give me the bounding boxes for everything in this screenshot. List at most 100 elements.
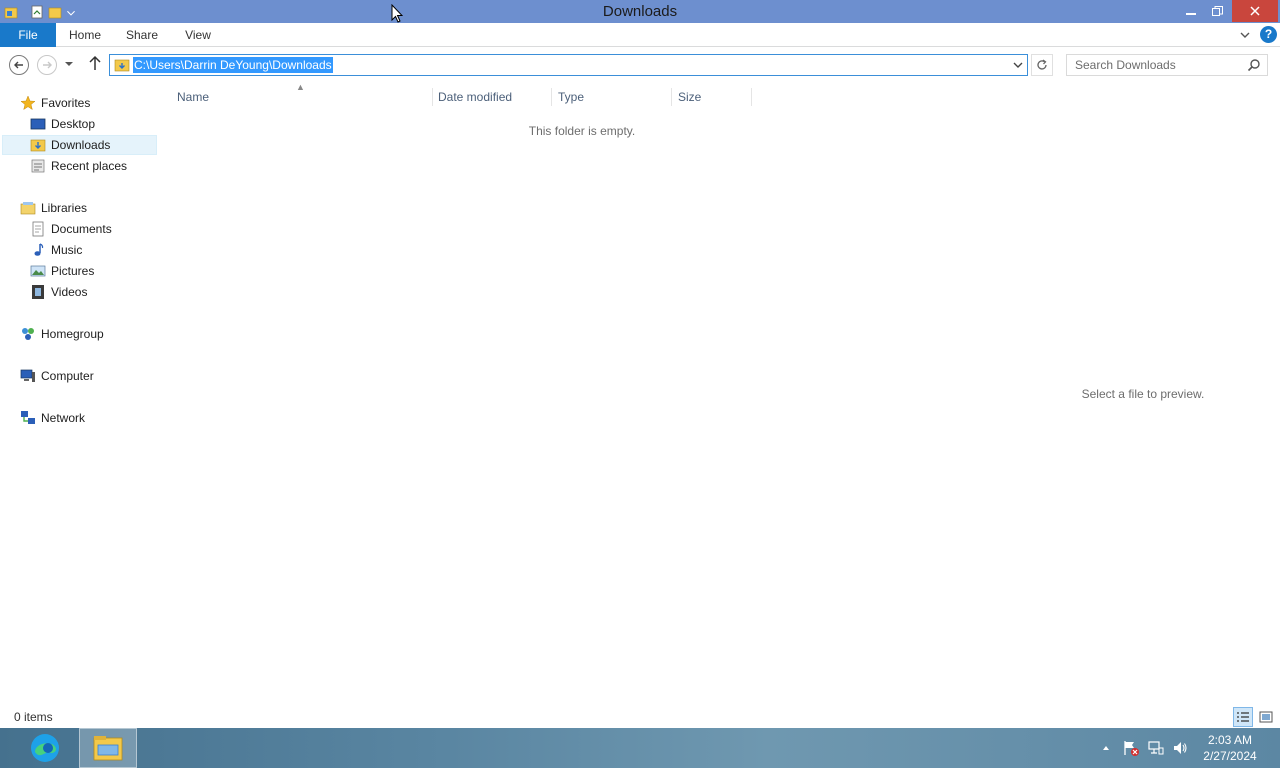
quick-access-toolbar (0, 2, 76, 21)
taskbar-clock[interactable]: 2:03 AM 2/27/2024 (1196, 732, 1264, 764)
up-button[interactable] (86, 55, 104, 75)
nav-network[interactable]: Network (20, 408, 85, 428)
customize-toolbar-icon[interactable] (66, 5, 76, 19)
libraries-icon (20, 202, 36, 215)
network-status-button[interactable] (1145, 728, 1167, 768)
new-folder-icon[interactable] (48, 5, 62, 19)
nav-network-label: Network (41, 411, 86, 425)
address-path[interactable]: C:\Users\Darrin DeYoung\Downloads (133, 57, 333, 73)
tab-view[interactable]: View (176, 23, 220, 47)
nav-homegroup-label: Homegroup (41, 327, 104, 341)
arrow-left-icon (14, 61, 23, 69)
restore-button[interactable] (1204, 0, 1230, 22)
nav-desktop[interactable]: Desktop (30, 114, 95, 134)
empty-folder-message: This folder is empty. (528, 124, 636, 138)
recent-places-icon (31, 159, 45, 173)
details-view-icon (1237, 712, 1249, 722)
navigation-pane: Favorites Desktop Downloads Recent place… (0, 82, 157, 706)
refresh-icon (1037, 59, 1047, 70)
nav-downloads-label: Downloads (51, 138, 111, 152)
column-divider[interactable] (432, 88, 433, 106)
minimize-icon (1186, 13, 1196, 15)
action-center-button[interactable] (1120, 728, 1142, 768)
downloads-icon (30, 139, 46, 152)
address-dropdown-icon[interactable] (1011, 58, 1025, 72)
nav-homegroup[interactable]: Homegroup (20, 324, 104, 344)
chevron-up-icon (1103, 746, 1109, 750)
downloads-folder-icon (114, 59, 130, 72)
recent-locations-icon[interactable] (64, 59, 74, 69)
address-bar[interactable]: C:\Users\Darrin DeYoung\Downloads (109, 54, 1028, 76)
arrow-up-icon (89, 55, 101, 70)
close-button[interactable] (1232, 0, 1278, 22)
nav-recent-places[interactable]: Recent places (30, 156, 127, 176)
pictures-icon (30, 265, 46, 277)
clock-date: 2/27/2024 (1203, 749, 1257, 763)
search-box[interactable]: Search Downloads (1066, 54, 1268, 76)
nav-desktop-label: Desktop (51, 117, 96, 131)
file-explorer-icon (93, 736, 123, 761)
volume-button[interactable] (1169, 728, 1191, 768)
mouse-cursor-icon (391, 4, 403, 23)
ribbon: File Home Share View ? (0, 23, 1280, 47)
search-input[interactable]: Search Downloads (1075, 58, 1176, 72)
computer-icon (20, 369, 35, 382)
nav-videos[interactable]: Videos (30, 282, 87, 302)
nav-music-label: Music (51, 243, 83, 257)
column-divider[interactable] (751, 88, 752, 106)
expand-ribbon-icon[interactable] (1238, 28, 1252, 42)
videos-icon (32, 285, 44, 299)
status-bar: 0 items (0, 706, 1280, 728)
minimize-button[interactable] (1178, 0, 1204, 22)
nav-documents[interactable]: Documents (30, 219, 112, 239)
column-divider[interactable] (671, 88, 672, 106)
nav-pictures[interactable]: Pictures (30, 261, 94, 281)
flag-warning-icon (1124, 741, 1139, 756)
item-count: 0 items (14, 710, 53, 724)
nav-computer[interactable]: Computer (20, 366, 94, 386)
tab-share[interactable]: Share (118, 23, 166, 47)
network-status-icon (1148, 741, 1164, 755)
homegroup-icon (22, 328, 34, 340)
folder-app-icon[interactable] (4, 5, 18, 19)
nav-documents-label: Documents (51, 222, 112, 236)
column-header-name[interactable]: Name (177, 86, 432, 108)
details-view-button[interactable] (1233, 707, 1253, 727)
nav-favorites[interactable]: Favorites (20, 93, 90, 113)
taskbar-file-explorer-button[interactable] (79, 728, 137, 768)
column-header-size[interactable]: Size (678, 86, 751, 108)
nav-favorites-label: Favorites (41, 96, 91, 110)
network-icon (21, 411, 35, 424)
column-header-date-modified[interactable]: Date modified (438, 86, 551, 108)
nav-recent-places-label: Recent places (51, 159, 128, 173)
star-icon (20, 95, 36, 111)
nav-computer-label: Computer (41, 369, 94, 383)
forward-button[interactable] (37, 55, 57, 75)
back-button[interactable] (9, 55, 29, 75)
title-bar[interactable]: Downloads (0, 0, 1280, 23)
nav-music[interactable]: Music (30, 240, 82, 260)
documents-icon (32, 221, 44, 237)
nav-libraries[interactable]: Libraries (20, 198, 87, 218)
clock-time: 2:03 AM (1207, 733, 1253, 747)
close-icon (1250, 6, 1260, 16)
large-icons-view-button[interactable] (1256, 707, 1276, 727)
nav-downloads[interactable]: Downloads (2, 135, 157, 155)
address-row: C:\Users\Darrin DeYoung\Downloads Search… (0, 48, 1280, 82)
search-icon[interactable] (1247, 58, 1261, 72)
desktop-icon (30, 118, 46, 130)
show-hidden-icons-button[interactable] (1098, 728, 1114, 768)
window-title: Downloads (602, 3, 678, 20)
column-header-type[interactable]: Type (558, 86, 671, 108)
refresh-button[interactable] (1031, 54, 1053, 76)
taskbar-edge-button[interactable] (16, 728, 74, 768)
properties-icon[interactable] (30, 5, 44, 19)
speaker-icon (1174, 742, 1187, 754)
tab-file[interactable]: File (0, 23, 56, 47)
edge-icon (31, 734, 59, 762)
help-button[interactable]: ? (1260, 26, 1277, 43)
tab-home[interactable]: Home (60, 23, 110, 47)
taskbar: 2:03 AM 2/27/2024 (0, 728, 1280, 768)
large-icons-view-icon (1259, 711, 1273, 723)
column-divider[interactable] (551, 88, 552, 106)
